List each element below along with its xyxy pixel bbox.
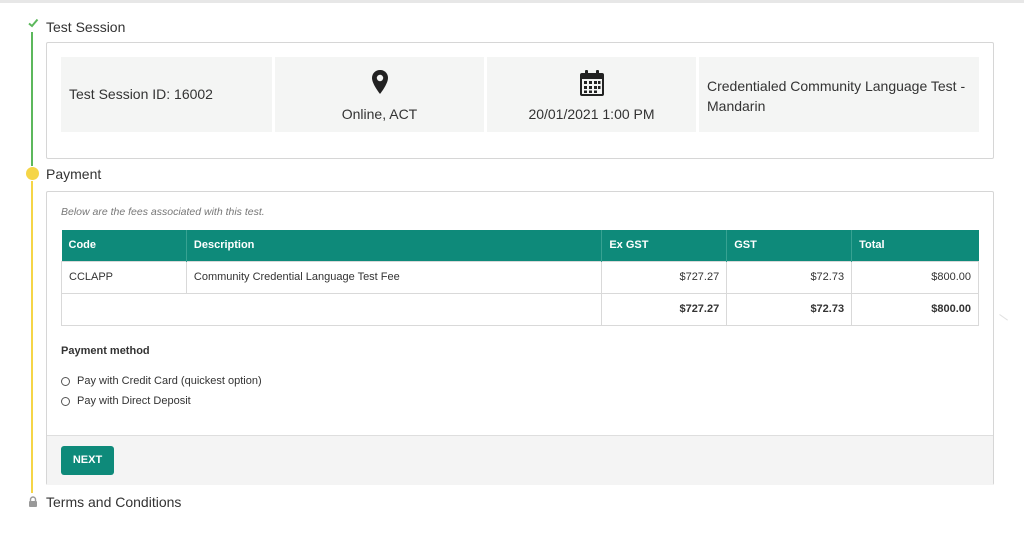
table-row: CCLAPP Community Credential Language Tes… bbox=[61, 260, 979, 294]
session-id: Test Session ID: 16002 bbox=[69, 86, 213, 102]
lock-icon bbox=[28, 494, 38, 507]
test-name-cell: Credentialed Community Language Test - M… bbox=[699, 57, 979, 132]
edge-divider bbox=[994, 314, 1008, 328]
map-marker-icon bbox=[371, 69, 389, 98]
location-cell: Online, ACT bbox=[275, 57, 484, 132]
column-header-code: Code bbox=[61, 230, 187, 261]
fee-code: CCLAPP bbox=[61, 260, 187, 294]
fee-gst: $72.73 bbox=[726, 260, 853, 294]
step-title-test-session[interactable]: Test Session bbox=[46, 19, 125, 35]
direct-deposit-label[interactable]: Pay with Direct Deposit bbox=[77, 395, 191, 407]
fee-description: Community Credential Language Test Fee bbox=[185, 260, 603, 294]
stepper-line-complete bbox=[31, 32, 33, 166]
next-button[interactable]: NEXT bbox=[61, 446, 114, 475]
column-header-gst: GST bbox=[726, 230, 853, 261]
top-divider bbox=[0, 0, 1024, 3]
payment-panel: Below are the fees associated with this … bbox=[46, 191, 994, 485]
radio-direct-deposit[interactable] bbox=[61, 396, 70, 406]
total-gst: $72.73 bbox=[726, 292, 853, 326]
payment-method-label: Payment method bbox=[61, 345, 150, 357]
datetime-text: 20/01/2021 1:00 PM bbox=[528, 106, 655, 122]
fee-total: $800.00 bbox=[851, 260, 979, 294]
radio-credit-card[interactable] bbox=[61, 376, 70, 386]
session-id-cell: Test Session ID: 16002 bbox=[61, 57, 272, 132]
totals-label bbox=[60, 292, 603, 326]
total-ex-gst: $727.27 bbox=[601, 292, 728, 326]
step-title-terms: Terms and Conditions bbox=[46, 494, 182, 510]
totals-row: $727.27 $72.73 $800.00 bbox=[60, 292, 979, 326]
stepper-line-current bbox=[31, 181, 33, 493]
payment-option-direct-deposit[interactable]: Pay with Direct Deposit bbox=[61, 395, 191, 407]
calendar-icon bbox=[579, 69, 605, 100]
fees-table-header: Code Description Ex GST GST Total bbox=[61, 230, 979, 261]
check-icon bbox=[26, 17, 40, 31]
fee-ex-gst: $727.27 bbox=[601, 260, 728, 294]
payment-footer: NEXT bbox=[47, 435, 993, 485]
datetime-cell: 20/01/2021 1:00 PM bbox=[487, 57, 696, 132]
fees-note: Below are the fees associated with this … bbox=[61, 206, 265, 218]
credit-card-label[interactable]: Pay with Credit Card (quickest option) bbox=[77, 375, 262, 387]
test-session-panel: Test Session ID: 16002 Online, ACT 20/01… bbox=[46, 42, 994, 159]
test-name: Credentialed Community Language Test - M… bbox=[707, 78, 966, 114]
step-title-payment[interactable]: Payment bbox=[46, 166, 101, 182]
current-step-dot-icon bbox=[26, 167, 39, 180]
total-amount: $800.00 bbox=[851, 292, 979, 326]
location-text: Online, ACT bbox=[341, 106, 418, 122]
payment-option-credit-card[interactable]: Pay with Credit Card (quickest option) bbox=[61, 375, 262, 387]
column-header-total: Total bbox=[851, 230, 979, 261]
column-header-ex-gst: Ex GST bbox=[601, 230, 728, 261]
column-header-description: Description bbox=[186, 230, 603, 261]
fees-table: Code Description Ex GST GST Total CCLAPP… bbox=[60, 230, 979, 326]
